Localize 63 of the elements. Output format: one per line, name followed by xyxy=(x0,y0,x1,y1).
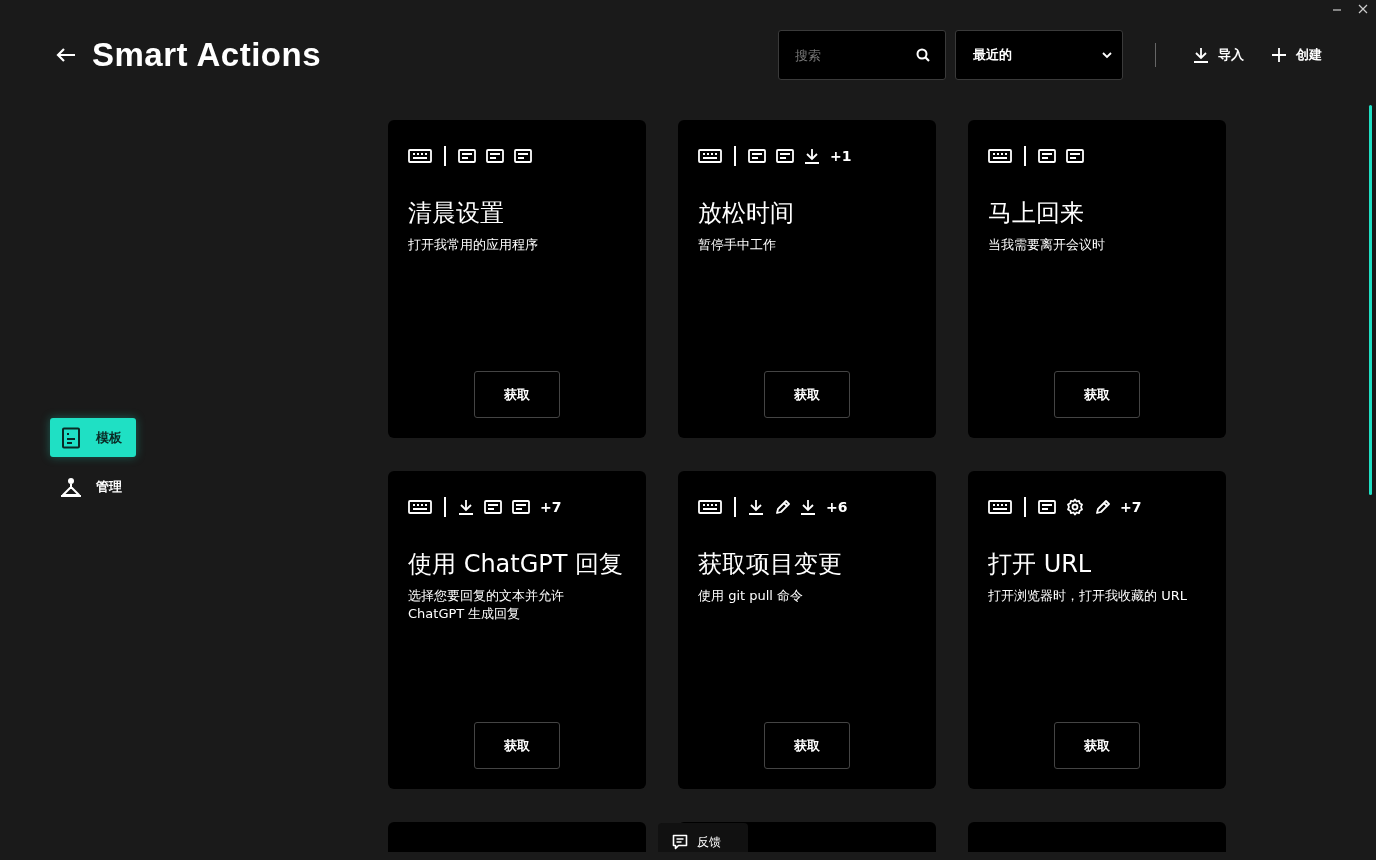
document-icon xyxy=(748,147,766,165)
import-button[interactable]: 导入 xyxy=(1193,45,1244,65)
close-icon[interactable] xyxy=(1358,4,1368,14)
keyboard-icon xyxy=(988,498,1012,516)
more-count: +6 xyxy=(826,497,848,517)
document-icon xyxy=(486,147,504,165)
card-description: 打开浏览器时，打开我收藏的 URL xyxy=(988,586,1188,605)
keyboard-icon xyxy=(698,498,722,516)
card-description: 当我需要离开会议时 xyxy=(988,235,1106,254)
search-field[interactable]: 搜索 xyxy=(778,30,946,80)
document-icon xyxy=(1038,498,1056,516)
feedback-button[interactable]: 反馈 xyxy=(658,823,748,852)
get-button[interactable]: 获取 xyxy=(1054,371,1140,418)
keyboard-icon xyxy=(988,147,1012,165)
card-title: 获取项目变更 xyxy=(698,550,843,579)
page-title: Smart Actions xyxy=(92,35,321,76)
person-icon xyxy=(60,475,82,498)
document-icon xyxy=(1038,147,1056,165)
card-title: 马上回来 xyxy=(988,199,1085,228)
download-icon xyxy=(1193,47,1209,63)
card-title: 打开 URL xyxy=(988,550,1093,579)
more-count: +7 xyxy=(1120,497,1142,517)
sidebar-item[interactable]: 管理 xyxy=(50,467,136,506)
download-icon xyxy=(748,498,764,516)
document-icon xyxy=(458,147,476,165)
sidebar-item[interactable]: 模板 xyxy=(50,418,136,457)
get-button[interactable]: 获取 xyxy=(474,722,560,769)
back-arrow-icon[interactable] xyxy=(56,47,76,63)
download-icon xyxy=(800,498,816,516)
document-icon xyxy=(512,498,530,516)
more-count: +1 xyxy=(830,146,852,166)
get-button[interactable]: 获取 xyxy=(764,722,850,769)
search-icon xyxy=(916,48,930,62)
get-button[interactable]: 获取 xyxy=(764,371,850,418)
document-icon xyxy=(484,498,502,516)
card-title: 放松时间 xyxy=(698,199,795,228)
document-icon xyxy=(776,147,794,165)
create-button[interactable]: 创建 xyxy=(1271,45,1322,65)
more-count: +7 xyxy=(540,497,562,517)
get-button[interactable]: 获取 xyxy=(1054,722,1140,769)
card-description: 使用 git pull 命令 xyxy=(698,586,805,605)
keyboard-icon xyxy=(408,147,432,165)
get-button[interactable]: 获取 xyxy=(474,371,560,418)
document-icon xyxy=(514,147,532,165)
card-description: 暂停手中工作 xyxy=(698,235,777,254)
keyboard-icon xyxy=(698,147,722,165)
download-icon xyxy=(458,498,474,516)
download-icon xyxy=(804,147,820,165)
document-icon xyxy=(1066,147,1084,165)
card-description: 打开我常用的应用程序 xyxy=(408,235,539,254)
keyboard-icon xyxy=(408,498,432,516)
pencil-icon xyxy=(1094,498,1110,516)
card-title: 使用 ChatGPT 回复 xyxy=(408,550,625,579)
plus-icon xyxy=(1271,47,1287,63)
card-title: 清晨设置 xyxy=(408,199,505,228)
chevron-down-icon xyxy=(1102,51,1112,59)
sort-dropdown[interactable]: 最近的 xyxy=(955,30,1123,80)
scrollbar[interactable] xyxy=(1369,105,1372,495)
chat-icon xyxy=(672,833,688,850)
gear-icon xyxy=(1066,498,1084,516)
pencil-icon xyxy=(774,498,790,516)
card-description: 选择您要回复的文本并允许 ChatGPT 生成回复 xyxy=(408,586,565,623)
document-icon xyxy=(60,426,82,449)
